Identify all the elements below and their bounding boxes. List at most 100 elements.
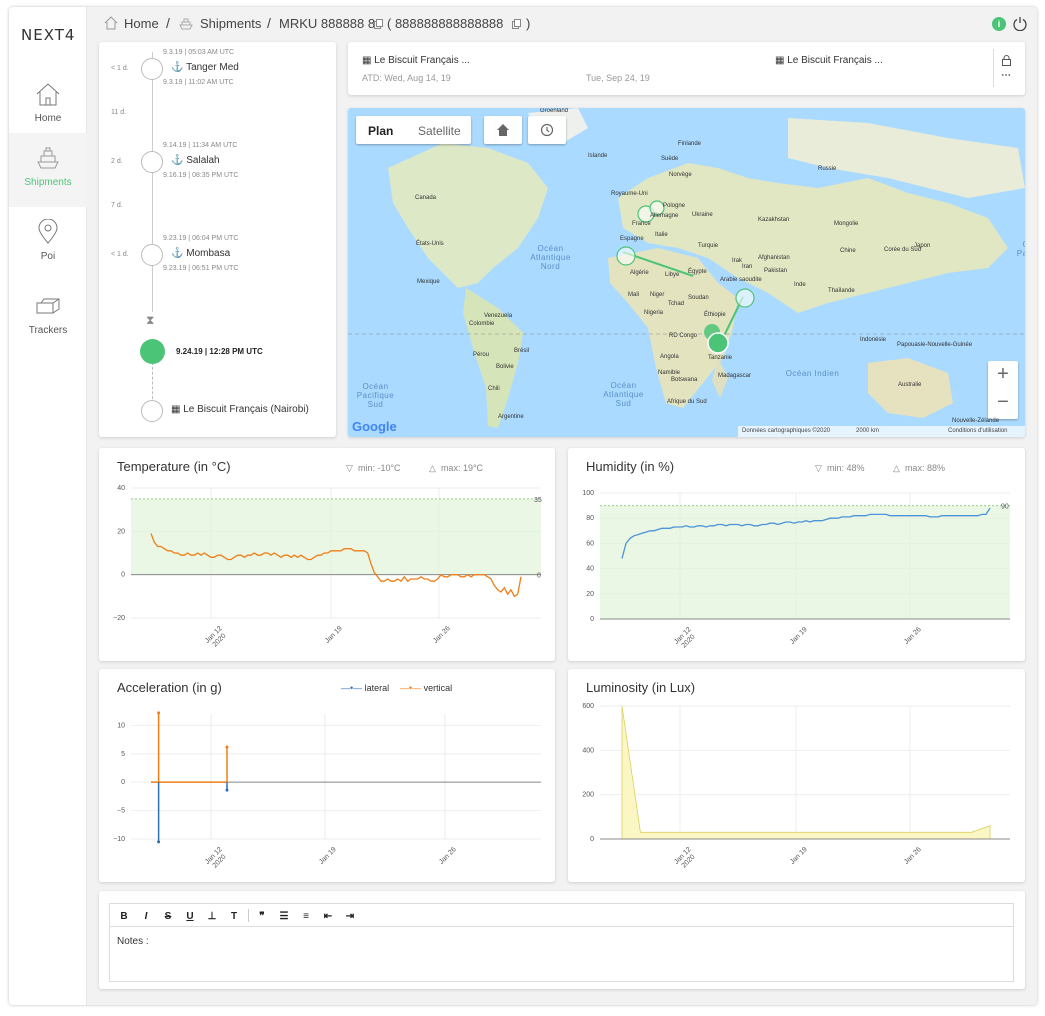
humidity-chart: 0 20 40 60 80 100 Jan 122020 Jan 19 Jan 26 90 [582, 490, 1010, 650]
y-tick-label: 40 [586, 566, 594, 573]
terms-link[interactable]: Conditions d'utilisation [948, 428, 1008, 434]
x-tick-label: Jan 19 [789, 846, 809, 866]
strikethrough-button[interactable]: S [158, 911, 178, 925]
more-options-icon[interactable]: ⋯ [1001, 70, 1011, 81]
map-label: Algérie [630, 270, 649, 276]
y-tick-label: −5 [117, 808, 125, 815]
x-tick-label: Jan 19 [789, 626, 809, 646]
map-label: Suède [661, 156, 679, 162]
map-label: Botswana [671, 377, 698, 383]
map-home-button[interactable] [484, 116, 522, 144]
editor-toolbar: B I S U ⊥ T ❞ ☰ ≡ ⇤ ⇥ [110, 904, 1013, 927]
ordered-list-button[interactable]: ≡ [296, 911, 316, 925]
copy-icon[interactable] [512, 19, 521, 29]
map-label: Bolivie [496, 364, 514, 370]
map-label: Angola [660, 354, 679, 360]
notes-card: B I S U ⊥ T ❞ ☰ ≡ ⇤ ⇥ Notes : [99, 891, 1025, 989]
zoom-in-button[interactable]: + [988, 363, 1018, 386]
power-icon[interactable] [1013, 16, 1027, 31]
port-name: ⚓ Salalah [171, 155, 220, 166]
y-tick-label: −20 [113, 615, 125, 622]
luminosity-chart: 0 200 400 600 Jan 122020 Jan 19 Jan 26 [582, 703, 1010, 870]
home-icon [104, 16, 118, 30]
sidebar-item-shipments[interactable]: Shipments [9, 133, 87, 207]
sidebar-item-poi[interactable]: Poi [9, 207, 87, 281]
y-tick-label: 10 [117, 722, 125, 729]
stop-marker[interactable] [141, 151, 163, 173]
y-tick-label: 0 [121, 572, 125, 579]
notes-input[interactable]: Notes : [117, 936, 149, 947]
italic-button[interactable]: I [136, 911, 156, 925]
map-view[interactable]: Plan Satellite + − Google Données cartog… [348, 108, 1025, 437]
sidebar-item-trackers[interactable]: Trackers [9, 281, 87, 355]
y-tick-label: 400 [582, 747, 594, 754]
legend-lateral[interactable]: —•— lateral [341, 683, 389, 693]
breadcrumb: Home / Shipments / MRKU 888888 8 ( 88888… [87, 7, 1037, 39]
breadcrumb-shipments[interactable]: Shipments [200, 16, 261, 31]
world-map [348, 108, 1025, 428]
y-tick-label: 0 [121, 779, 125, 786]
bold-button[interactable]: B [114, 911, 134, 925]
vertical-point [157, 711, 161, 715]
breadcrumb-home[interactable]: Home [124, 16, 159, 31]
map-label: Pologne [663, 203, 686, 209]
port-name: ⚓ Mombasa [171, 248, 231, 259]
map-label: Pérou [473, 352, 490, 358]
underline-button[interactable]: U [180, 911, 200, 925]
breadcrumb-booking: ( 888888888888888 [387, 16, 504, 31]
breadcrumb-container: MRKU 888888 8 [279, 16, 376, 31]
trackers-icon [36, 298, 60, 314]
destination-name: ▦ Le Biscuit Français ... [775, 55, 883, 66]
map-label: Namibie [658, 370, 681, 376]
outdent-button[interactable]: ⇤ [318, 911, 338, 925]
breadcrumb-separator: / [267, 15, 271, 31]
y-tick-label: 600 [582, 703, 594, 710]
map-label: Océan Pacifique Nord [1016, 240, 1025, 258]
current-date: 9.24.19 | 12:28 PM UTC [176, 347, 263, 356]
x-tick-text: Jan 26 [438, 846, 458, 866]
subscript-button[interactable]: ⊥ [202, 911, 222, 925]
map-label: Océan Indien [785, 369, 840, 378]
stop-marker[interactable] [141, 244, 163, 266]
map-label: Mexique [417, 279, 440, 285]
y-tick-label: −10 [113, 836, 125, 843]
x-tick-label: Jan 26 [438, 846, 458, 866]
lateral-point [157, 840, 161, 844]
map-label: Océan Atlantique Sud [603, 381, 644, 408]
x-tick-label: Jan 19 [318, 846, 338, 866]
x-tick-text: Jan 19 [789, 626, 809, 646]
luminosity-chart-card: Luminosity (in Lux) 0 200 400 600 Jan 12 2020… [568, 669, 1025, 882]
map-label: Océan Pacifique Sud [356, 382, 395, 409]
x-tick-text: Jan 19 [789, 846, 809, 866]
map-label: Chili [488, 386, 500, 392]
sidebar-item-label: Home [34, 113, 62, 124]
acceleration-chart: −10 −5 0 5 10 Jan 122020 Jan 19 Jan 26 [113, 711, 541, 870]
x-tick-text: Jan 26 [903, 846, 923, 866]
copy-icon[interactable] [374, 19, 383, 29]
quote-button[interactable]: ❞ [252, 911, 272, 925]
heading-button[interactable]: T [224, 911, 244, 925]
home-icon [36, 83, 60, 106]
tab-plan[interactable]: Plan [368, 124, 393, 138]
lock-icon[interactable] [1002, 55, 1011, 66]
map-label: Kazakhstan [758, 217, 790, 223]
brand-logo[interactable]: NEXT4 [21, 26, 75, 44]
x-tick-label: Jan 26 [432, 625, 452, 645]
current-position-marker[interactable] [140, 339, 165, 364]
stop-marker[interactable] [141, 58, 163, 80]
gap-label: < 1 d. [111, 251, 129, 258]
map-history-button[interactable] [528, 116, 566, 144]
indent-button[interactable]: ⇥ [340, 911, 360, 925]
map-label: Ukraine [692, 212, 713, 218]
destination-marker[interactable] [141, 400, 163, 422]
google-logo[interactable]: Google [352, 419, 397, 434]
x-tick-text: Jan 19 [318, 846, 338, 866]
gap-label: 11 d. [111, 109, 127, 116]
legend-vertical[interactable]: —•— vertical [400, 683, 452, 693]
sidebar-item-home[interactable]: Home [9, 69, 87, 143]
zoom-out-button[interactable]: − [988, 391, 1018, 414]
tab-satellite[interactable]: Satellite [418, 124, 461, 138]
bullet-list-button[interactable]: ☰ [274, 911, 294, 925]
arrival-date: 9.14.19 | 11:34 AM UTC [163, 142, 238, 149]
info-icon[interactable]: i [992, 17, 1006, 31]
